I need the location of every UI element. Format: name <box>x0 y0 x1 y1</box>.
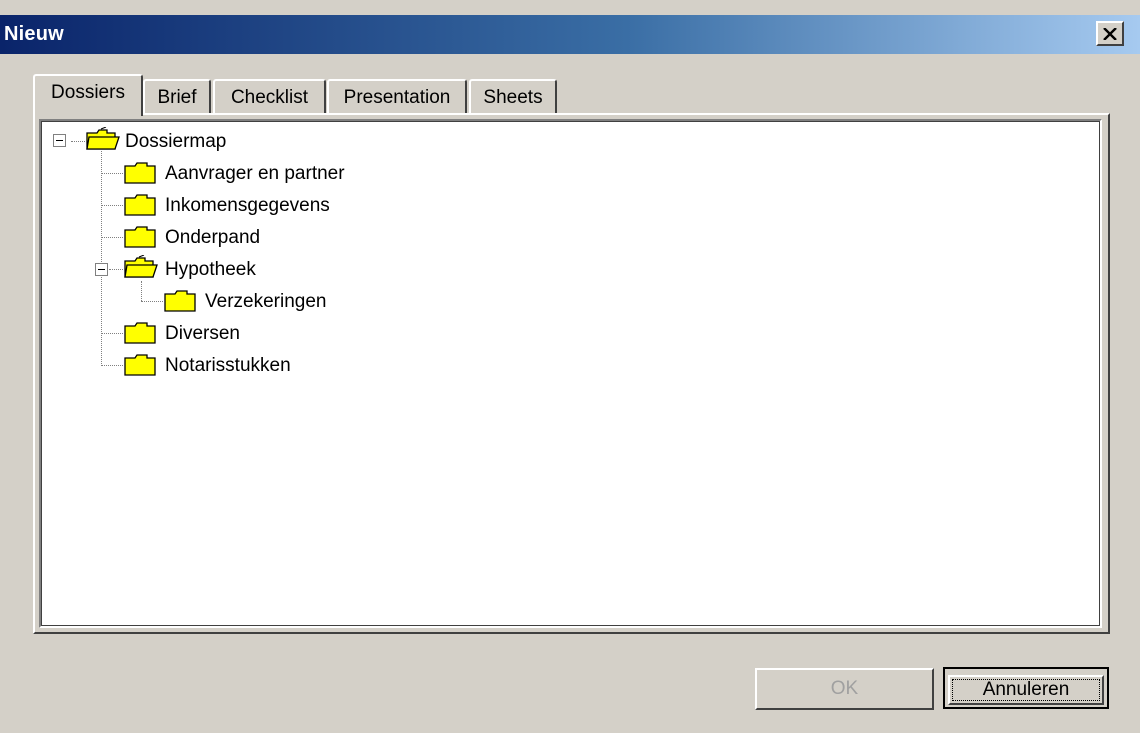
tab-label: Presentation <box>343 87 451 108</box>
open-folder-icon <box>86 127 120 150</box>
folder-tree[interactable]: Dossiermap Aanvrager en partner Inkomens… <box>39 119 1102 628</box>
tree-item-onderpand[interactable]: Onderpand <box>165 227 260 249</box>
tree-item-dossiermap[interactable]: Dossiermap <box>125 131 226 153</box>
tab-label: Brief <box>157 87 197 108</box>
folder-icon <box>124 162 156 184</box>
tab-label: Dossiers <box>51 82 125 103</box>
tab-checklist[interactable]: Checklist <box>213 79 326 115</box>
tree-item-verzekeringen[interactable]: Verzekeringen <box>205 291 326 313</box>
tree-connector <box>101 333 123 334</box>
close-icon <box>1103 27 1117 40</box>
cancel-button-label: Annuleren <box>982 679 1070 700</box>
tab-dossiers[interactable]: Dossiers <box>33 74 143 116</box>
folder-icon <box>124 194 156 216</box>
cancel-button-focus: Annuleren <box>948 675 1104 705</box>
window-title: Nieuw <box>4 23 64 45</box>
open-folder-icon <box>124 255 158 278</box>
tab-sheets[interactable]: Sheets <box>469 79 557 115</box>
tree-item-notarisstukken[interactable]: Notarisstukken <box>165 355 291 377</box>
tree-connector <box>109 269 123 270</box>
title-bar[interactable]: Nieuw <box>0 15 1140 54</box>
tab-brief[interactable]: Brief <box>143 79 211 115</box>
close-button[interactable] <box>1096 21 1124 46</box>
tree-connector <box>101 365 123 366</box>
tree-connector <box>141 301 163 302</box>
tab-presentation[interactable]: Presentation <box>327 79 467 115</box>
folder-icon <box>164 290 196 312</box>
folder-icon <box>124 322 156 344</box>
tree-item-diversen[interactable]: Diversen <box>165 323 240 345</box>
dialog-window: Nieuw Dossiers Brief Checklist Presentat… <box>0 0 1140 733</box>
tree-connector <box>71 141 85 142</box>
collapse-toggle-icon[interactable] <box>95 263 108 276</box>
tree-connector <box>141 281 142 301</box>
tree-item-hypotheek[interactable]: Hypotheek <box>165 259 256 281</box>
tab-panel-dossiers: Dossiermap Aanvrager en partner Inkomens… <box>33 113 1110 634</box>
folder-icon <box>124 226 156 248</box>
cancel-button[interactable]: Annuleren <box>943 667 1109 709</box>
ok-button[interactable]: OK <box>755 668 934 710</box>
collapse-toggle-icon[interactable] <box>53 134 66 147</box>
tab-label: Sheets <box>483 87 543 108</box>
tree-connector <box>101 237 123 238</box>
folder-icon <box>124 354 156 376</box>
tree-item-inkomensgegevens[interactable]: Inkomensgegevens <box>165 195 330 217</box>
tree-item-aanvrager-en-partner[interactable]: Aanvrager en partner <box>165 163 345 185</box>
tree-connector <box>101 205 123 206</box>
ok-button-label: OK <box>830 678 859 699</box>
tree-connector <box>101 173 123 174</box>
tab-label: Checklist <box>230 87 309 108</box>
